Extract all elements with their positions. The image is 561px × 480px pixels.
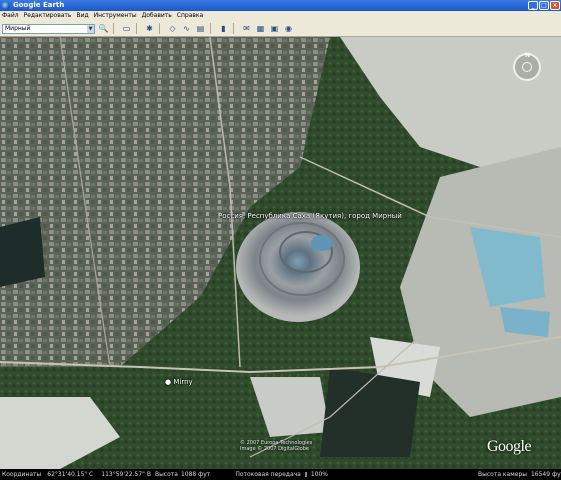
toolbar-separator <box>113 23 114 34</box>
dropdown-arrow-icon[interactable]: ▼ <box>87 24 94 33</box>
print-icon[interactable]: ▦ <box>255 23 266 34</box>
maximize-button[interactable]: □ <box>539 1 549 10</box>
latitude-value: 62°31'40.15" С <box>47 471 94 478</box>
longitude-value: 113°59'22.57" В <box>101 471 151 478</box>
toolbar-separator <box>233 23 234 34</box>
streaming-progress-bar <box>304 472 307 477</box>
placemark-icon[interactable]: ✱ <box>144 23 155 34</box>
menu-view[interactable]: Вид <box>76 11 88 21</box>
title-bar: Google Earth _ □ × <box>0 0 561 11</box>
credit-line-2: Image © 2007 DigitalGlobe <box>240 446 309 452</box>
look-joystick-icon[interactable] <box>522 62 532 72</box>
menu-bar: Файл Редактировать Вид Инструменты Добав… <box>0 11 561 21</box>
ruler-icon[interactable]: ▮ <box>218 23 229 34</box>
elevation-label: Высота <box>154 471 178 478</box>
menu-help[interactable]: Справка <box>177 11 203 21</box>
toolbar-separator <box>159 23 160 34</box>
polygon-icon[interactable]: ◇ <box>167 23 178 34</box>
close-button[interactable]: × <box>550 1 560 10</box>
overlay-icon[interactable]: ▤ <box>195 23 206 34</box>
toolbar-separator <box>136 23 137 34</box>
path-icon[interactable]: ∿ <box>181 23 192 34</box>
elevation-value: 1088 фут <box>180 471 211 478</box>
search-go-icon[interactable]: 🔍 <box>98 23 109 34</box>
email-icon[interactable]: ✉ <box>241 23 252 34</box>
navigation-compass[interactable]: N <box>513 52 541 81</box>
minimize-button[interactable]: _ <box>528 1 538 10</box>
map-view[interactable]: Россия, Республика Саха (Якутия), город … <box>0 37 561 469</box>
menu-file[interactable]: Файл <box>2 11 19 21</box>
town-label-text: Mirny <box>173 378 193 386</box>
place-label[interactable]: Россия, Республика Саха (Якутия), город … <box>218 212 402 220</box>
north-indicator[interactable]: N <box>525 52 530 59</box>
google-logo: Google <box>487 438 532 455</box>
sidebar-toggle-icon[interactable]: ▭ <box>121 23 132 34</box>
imagery-credits: © 2007 Europa Technologies Image © 2007 … <box>240 440 312 452</box>
streaming-value: 100% <box>310 471 329 478</box>
sky-icon[interactable]: ◉ <box>283 23 294 34</box>
eye-alt-value: 16549 фут <box>530 471 561 478</box>
menu-tools[interactable]: Инструменты <box>94 11 137 21</box>
eye-alt-label: Высота камеры <box>478 471 527 478</box>
toolbar-separator <box>210 23 211 34</box>
streaming-label: Потоковая передача <box>235 471 301 478</box>
status-bar: Координаты 62°31'40.15" С 113°59'22.57" … <box>0 469 561 480</box>
search-value: Мирный <box>5 24 31 32</box>
search-input[interactable]: Мирный ▼ <box>2 23 95 34</box>
window-title: Google Earth <box>13 1 65 9</box>
google-earth-icon <box>2 1 10 10</box>
maps-icon[interactable]: ▣ <box>269 23 280 34</box>
coords-label: Координаты <box>2 471 42 478</box>
town-label[interactable]: ● Mirny <box>165 378 193 386</box>
menu-add[interactable]: Добавить <box>142 11 172 21</box>
menu-edit[interactable]: Редактировать <box>24 11 72 21</box>
toolbar: Мирный ▼ 🔍 ▭ ✱ ◇ ∿ ▤ ▮ ✉ ▦ ▣ ◉ <box>0 21 561 37</box>
satellite-imagery <box>0 37 561 469</box>
